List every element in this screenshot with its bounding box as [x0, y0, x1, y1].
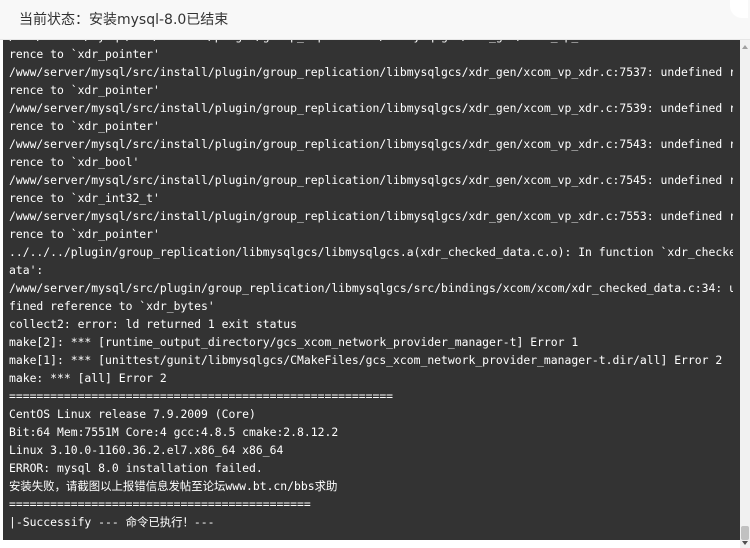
console-line: make[2]: *** [runtime_output_directory/g…: [9, 335, 579, 349]
console-line: /www/server/mysql/src/install/plugin/gro…: [9, 137, 733, 151]
console-line: Linux 3.10.0-1160.36.2.el7.x86_64 x86_64: [9, 443, 284, 457]
console-line: 安装失败，请截图以上报错信息发帖至论坛www.bt.cn/bbs求助: [9, 479, 338, 493]
console-line: rence to `xdr_pointer': [9, 119, 160, 133]
install-status-dialog: 当前状态：安装mysql-8.0已结束 /www/server/mysql/sr…: [0, 0, 750, 548]
console-line: ../../../plugin/group_replication/libmys…: [9, 245, 733, 259]
console-line: /www/server/mysql/src/plugin/group_repli…: [9, 281, 733, 295]
console-line: CentOS Linux release 7.9.2009 (Core): [9, 407, 256, 421]
console-line: ========================================…: [9, 497, 311, 511]
console-line: /www/server/mysql/src/install/plugin/gro…: [9, 173, 733, 187]
scroll-up-arrow-icon[interactable]: [740, 42, 750, 52]
console-line: rence to `xdr_pointer': [9, 227, 160, 241]
console-line: make[1]: *** [unittest/gunit/libmysqlgcs…: [9, 353, 723, 367]
dialog-titlebar: 当前状态：安装mysql-8.0已结束: [0, 0, 750, 40]
console-line: rence to `xdr_bool': [9, 155, 140, 169]
console-lines: /www/server/mysql/src/install/plugin/gro…: [9, 40, 733, 531]
console-line: /www/server/mysql/src/install/plugin/gro…: [9, 65, 733, 79]
console-line: collect2: error: ld returned 1 exit stat…: [9, 317, 298, 331]
console-line: |-Successify --- 命令已执行！---: [9, 515, 215, 529]
console-line: Bit:64 Mem:7551M Core:4 gcc:4.8.5 cmake:…: [9, 425, 339, 439]
console-line: ata':: [9, 263, 44, 277]
scroll-down-arrow-icon[interactable]: [740, 539, 750, 547]
console-line: ========================================…: [9, 389, 394, 403]
scroll-thumb[interactable]: [741, 526, 749, 540]
close-icon[interactable]: [730, 0, 748, 18]
console-scrollbar[interactable]: [740, 40, 750, 548]
console-line: rence to `xdr_pointer': [9, 47, 160, 61]
console-output[interactable]: /www/server/mysql/src/install/plugin/gro…: [3, 40, 740, 540]
console-line: /www/server/mysql/src/install/plugin/gro…: [9, 101, 733, 115]
console-line: make: *** [all] Error 2: [9, 371, 167, 385]
console-line: fined reference to `xdr_bytes': [9, 299, 215, 313]
dialog-bottom-edge: [0, 540, 740, 548]
console-line: rence to `xdr_pointer': [9, 83, 160, 97]
console-line: rence to `xdr_int32_t': [9, 191, 160, 205]
console-line: ERROR: mysql 8.0 installation failed.: [9, 461, 263, 475]
dialog-title: 当前状态：安装mysql-8.0已结束: [19, 12, 229, 28]
console-line: /www/server/mysql/src/install/plugin/gro…: [9, 209, 733, 223]
